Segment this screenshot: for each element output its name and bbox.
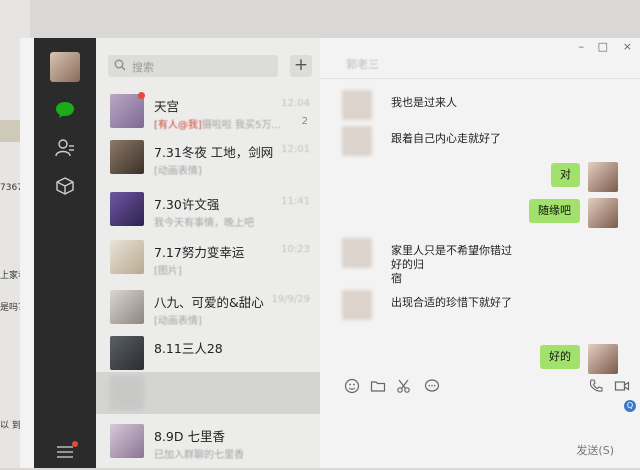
message-sent: 对	[320, 162, 640, 192]
message-bubble: 家里人只是不希望你错过好的归宿	[382, 239, 530, 291]
conversation-item[interactable]: 8.9D 七里香 已加入群聊的七里香	[96, 416, 320, 470]
conversation-preview: [有人@我]摄啦啦 我买5万...	[154, 116, 281, 131]
search-icon	[114, 59, 126, 71]
message-sent: 随缘吧	[320, 198, 640, 228]
contact-avatar	[342, 126, 372, 156]
contact-avatar	[342, 290, 372, 320]
conversation-time: 19/9/29	[271, 294, 310, 305]
conversation-name: 8.9D 七里香	[154, 429, 225, 444]
conversation-time: 11:41	[281, 196, 310, 207]
message-bubble: 跟着自己内心走就好了	[382, 127, 510, 151]
conversation-avatar	[110, 140, 144, 174]
search-input[interactable]: 搜索	[108, 55, 278, 77]
user-avatar[interactable]	[50, 52, 80, 82]
conversation-avatar	[110, 94, 144, 128]
message-bubble-line-2: 宿	[391, 272, 402, 285]
conversation-preview-text: 摄啦啦 我买5万...	[201, 120, 281, 131]
input-toolbar	[344, 378, 634, 396]
conversation-list: 搜索 + 天宫 [有人@我]摄啦啦 我买5万... 12:04 2 7.31冬夜…	[96, 38, 320, 468]
floating-badge[interactable]: Q	[624, 400, 636, 412]
scissors-icon[interactable]	[396, 378, 412, 394]
message-received: 家里人只是不希望你错过好的归宿	[320, 238, 620, 291]
message-sent: 好的	[320, 344, 640, 374]
comment-icon[interactable]	[424, 378, 440, 394]
video-icon[interactable]	[614, 378, 630, 394]
maximize-button[interactable]: □	[598, 40, 608, 53]
message-bubble: 出现合适的珍惜下就好了	[382, 291, 521, 315]
user-avatar-small	[588, 198, 618, 228]
conversation-name: 天宫	[154, 99, 180, 114]
contact-avatar	[342, 238, 372, 268]
conversation-name: 7.17努力变幸运	[154, 245, 245, 260]
chat-icon[interactable]	[55, 100, 75, 120]
add-button[interactable]: +	[290, 55, 312, 77]
message-bubble: 随缘吧	[529, 199, 580, 223]
chat-panel: – □ × 郭老三 我也是过来人 跟着自己内心走就好了 对 随缘吧 家里人只是不…	[320, 38, 640, 468]
conversation-time: 10:23	[281, 244, 310, 255]
unread-dot	[138, 92, 145, 99]
wechat-window: 搜索 + 天宫 [有人@我]摄啦啦 我买5万... 12:04 2 7.31冬夜…	[20, 38, 640, 468]
menu-icon[interactable]	[56, 441, 78, 458]
conversation-count: 2	[301, 116, 308, 127]
conversation-preview: [动画表情]	[154, 166, 202, 177]
notification-dot	[72, 441, 78, 447]
contact-avatar	[342, 90, 372, 120]
conversation-avatar	[110, 192, 144, 226]
mention-tag: [有人@我]	[154, 120, 202, 131]
conversation-name: 八九、可爱的&甜心	[154, 295, 264, 310]
conversation-avatar	[110, 376, 144, 410]
conversation-avatar	[110, 290, 144, 324]
message-received: 出现合适的珍惜下就好了	[320, 290, 620, 320]
close-button[interactable]: ×	[623, 40, 632, 53]
message-received: 跟着自己内心走就好了	[320, 126, 620, 156]
conversation-avatar	[110, 336, 144, 370]
conversation-item[interactable]: 7.31冬夜 工地，剑网 [动画表情] 12:01	[96, 132, 320, 186]
conversation-avatar	[110, 424, 144, 458]
chat-title: 郭老三	[346, 58, 379, 71]
emoji-icon[interactable]	[344, 378, 360, 394]
user-avatar-small	[588, 344, 618, 374]
conversation-preview: 我今天有事情，晚上吧	[154, 218, 254, 229]
conversation-avatar	[110, 240, 144, 274]
conversation-item-selected[interactable]	[96, 372, 320, 414]
message-bubble: 对	[551, 163, 580, 187]
message-received: 我也是过来人	[320, 90, 620, 120]
conversation-name: 8.11三人28	[154, 341, 223, 356]
conversation-time: 12:04	[281, 98, 310, 109]
user-avatar-small	[588, 162, 618, 192]
search-placeholder: 搜索	[132, 61, 154, 74]
message-bubble: 好的	[540, 345, 580, 369]
conversation-preview: [图片]	[154, 266, 182, 277]
minimize-button[interactable]: –	[579, 40, 585, 53]
message-bubble: 我也是过来人	[382, 91, 466, 115]
sidebar	[34, 38, 96, 468]
contacts-icon[interactable]	[55, 138, 75, 158]
conversation-name: 7.30许文强	[154, 197, 220, 212]
cube-icon[interactable]	[55, 176, 75, 196]
conversation-preview: 已加入群聊的七里香	[154, 450, 244, 461]
folder-icon[interactable]	[370, 378, 386, 394]
conversation-time: 12:01	[281, 144, 310, 155]
message-bubble-line-1: 家里人只是不希望你错过好的归	[391, 244, 512, 271]
conversation-name: 7.31冬夜 工地，剑网	[154, 145, 274, 160]
conversation-item[interactable]: 7.30许文强 我今天有事情，晚上吧 11:41	[96, 184, 320, 238]
chat-header-divider	[320, 78, 640, 79]
conversation-preview: [动画表情]	[154, 316, 202, 327]
phone-icon[interactable]	[588, 378, 604, 394]
conversation-item[interactable]: 7.17努力变幸运 [图片] 10:23	[96, 232, 320, 286]
send-button[interactable]: 发送(S)	[576, 442, 614, 458]
